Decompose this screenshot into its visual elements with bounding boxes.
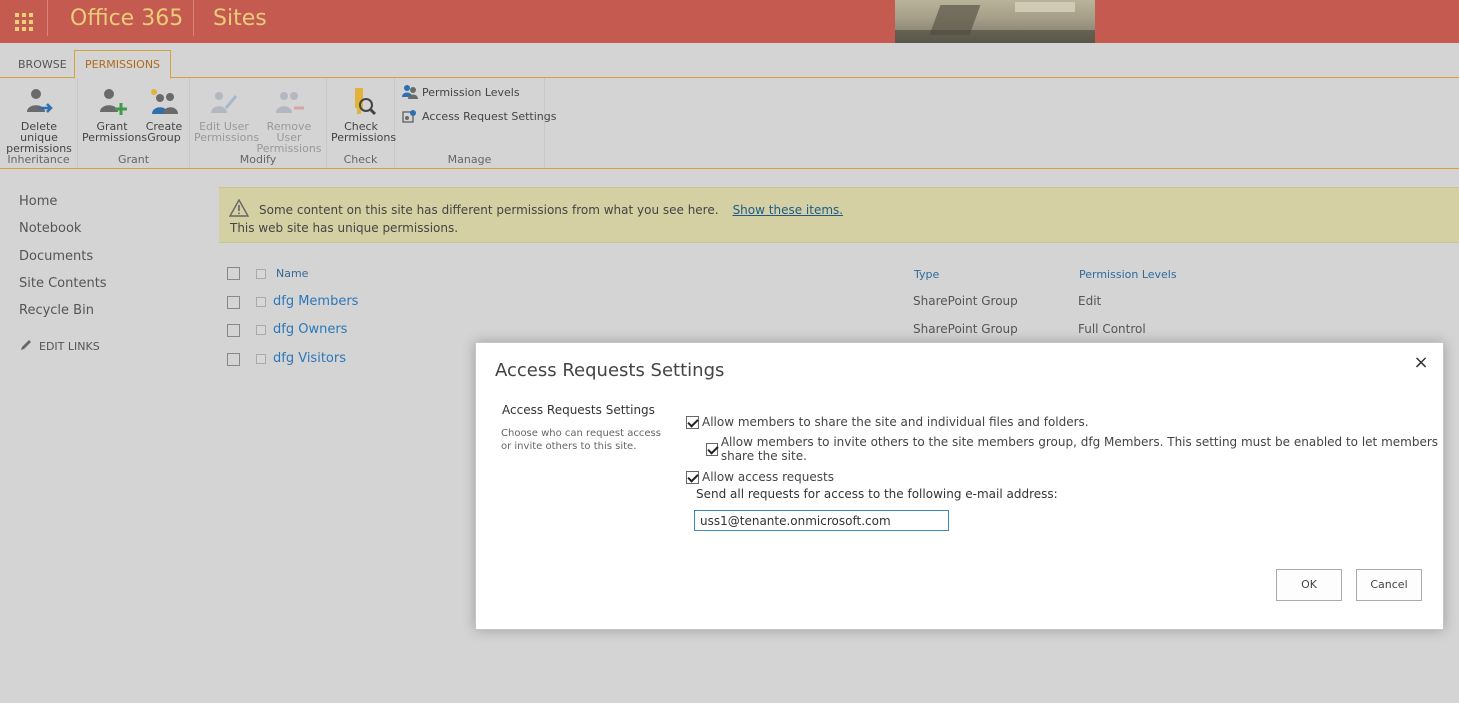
group-name-link[interactable]: dfg Owners [273,322,347,337]
dialog-title: Access Requests Settings [495,360,725,381]
nav-item-notebook[interactable]: Notebook [19,219,107,246]
button-label: Permissions [82,131,148,144]
edit-links-label: EDIT LINKS [39,340,100,354]
row-select-box[interactable] [256,325,266,335]
allow-invite-option[interactable]: Allow members to invite others to the si… [706,435,1443,463]
button-label: Access Request Settings [422,109,557,123]
close-icon[interactable]: × [1413,354,1429,372]
group-label-modify: Modify [239,153,277,166]
suite-app-name[interactable]: Office 365 [70,6,183,31]
remove-user-permissions-button[interactable]: Remove User Permissions [254,86,324,154]
grant-permissions-button[interactable]: Grant Permissions [82,86,148,144]
table-row: dfg Members SharePoint Group Edit [219,291,1459,320]
check-permissions-button[interactable]: Check Permissions [331,86,397,144]
group-type: SharePoint Group [913,322,1018,336]
access-requests-dialog: Access Requests Settings × Access Reques… [475,342,1444,630]
tab-permissions[interactable]: PERMISSIONS [74,50,172,79]
button-label: Permissions [331,131,397,144]
group-label-grant: Grant [117,153,150,166]
suite-divider [193,0,194,36]
row-checkbox[interactable] [227,295,240,309]
ribbon-group-grant: Grant Permissions Create Group Grant [78,78,190,168]
access-request-icon [402,108,418,124]
check-permissions-icon [345,86,377,118]
edit-user-permissions-button[interactable]: Edit User Permissions [194,86,260,144]
allow-access-requests-label: Allow access requests [702,470,834,484]
remove-user-icon [273,86,305,118]
edit-links-button[interactable]: EDIT LINKS [19,338,107,355]
banner-image [895,0,1095,43]
grant-user-icon [96,86,128,118]
suite-bar: Office 365 Sites [0,0,1459,43]
group-label-manage: Manage [447,153,492,166]
button-label: Permission Levels [422,85,520,99]
column-header-permission-levels[interactable]: Permission Levels [1079,268,1177,281]
button-label: Permissions [194,131,260,144]
group-type: SharePoint Group [913,293,1018,308]
ribbon-group-modify: Edit User Permissions Remove User Permis… [190,78,327,168]
ribbon-group-check: Check Permissions Check [327,78,397,168]
delete-permissions-icon [23,86,55,118]
warning-icon [228,198,250,220]
column-header-type[interactable]: Type [914,268,939,281]
ok-button[interactable]: OK [1276,569,1342,601]
unique-permissions-message: This web site has unique permissions. [230,221,459,235]
header-checkbox[interactable] [256,269,266,279]
group-name-link[interactable]: dfg Visitors [273,351,346,366]
group-label-check: Check [343,153,378,166]
pencil-icon [19,338,33,355]
nav-item-home[interactable]: Home [19,192,107,219]
ribbon-tabs: BROWSE PERMISSIONS [0,43,1459,79]
allow-invite-checkbox[interactable] [706,442,718,456]
allow-share-option[interactable]: Allow members to share the site and indi… [686,415,1089,429]
cancel-button[interactable]: Cancel [1356,569,1422,601]
create-group-icon [148,86,180,118]
tab-browse[interactable]: BROWSE [8,51,77,78]
row-checkbox[interactable] [227,352,240,366]
create-group-button[interactable]: Create Group [142,86,186,143]
group-permission: Edit [1078,293,1102,308]
table-header-row: Name Type Permission Levels [219,262,1459,291]
status-bar: Some content on this site has different … [219,187,1459,243]
suite-section-title[interactable]: Sites [213,6,267,31]
allow-access-requests-checkbox[interactable] [686,470,699,484]
app-launcher-icon[interactable] [0,0,47,43]
allow-access-requests-option[interactable]: Allow access requests [686,470,834,484]
nav-item-documents[interactable]: Documents [19,247,107,274]
left-navigation: Home Notebook Documents Site Contents Re… [19,192,107,355]
section-title: Access Requests Settings [502,403,655,417]
ribbon: Delete unique permissions Inheritance Gr… [0,78,1459,169]
group-name-link[interactable]: dfg Members [273,294,358,309]
email-field[interactable] [694,510,949,531]
button-label: Remove User [266,120,312,144]
permission-levels-button[interactable]: Permission Levels [402,84,520,100]
ribbon-group-inheritance: Delete unique permissions Inheritance [0,78,78,168]
access-request-settings-button[interactable]: Access Request Settings [402,108,556,124]
delete-unique-permissions-button[interactable]: Delete unique permissions [4,86,74,154]
allow-invite-label: Allow members to invite others to the si… [720,435,1439,463]
suite-divider [47,0,48,36]
permission-levels-icon [402,84,418,100]
button-label: Delete unique [20,120,58,144]
status-message: Some content on this site has different … [259,202,719,217]
select-all-checkbox[interactable] [227,267,240,280]
column-header-name[interactable]: Name [276,267,308,280]
section-description: Choose who can request access or invite … [501,428,661,452]
group-permission: Full Control [1078,322,1146,336]
row-checkbox[interactable] [227,324,240,337]
button-label: Group [147,131,181,144]
allow-share-checkbox[interactable] [686,415,699,429]
group-label-inheritance: Inheritance [7,153,70,166]
show-these-items-link[interactable]: Show these items. [733,203,844,217]
nav-item-site-contents[interactable]: Site Contents [19,274,107,301]
edit-user-icon [208,86,240,118]
email-label: Send all requests for access to the foll… [696,487,1058,501]
row-select-box[interactable] [256,296,266,307]
allow-share-label: Allow members to share the site and indi… [702,415,1089,429]
row-select-box[interactable] [256,353,266,364]
nav-item-recycle-bin[interactable]: Recycle Bin [19,301,107,328]
